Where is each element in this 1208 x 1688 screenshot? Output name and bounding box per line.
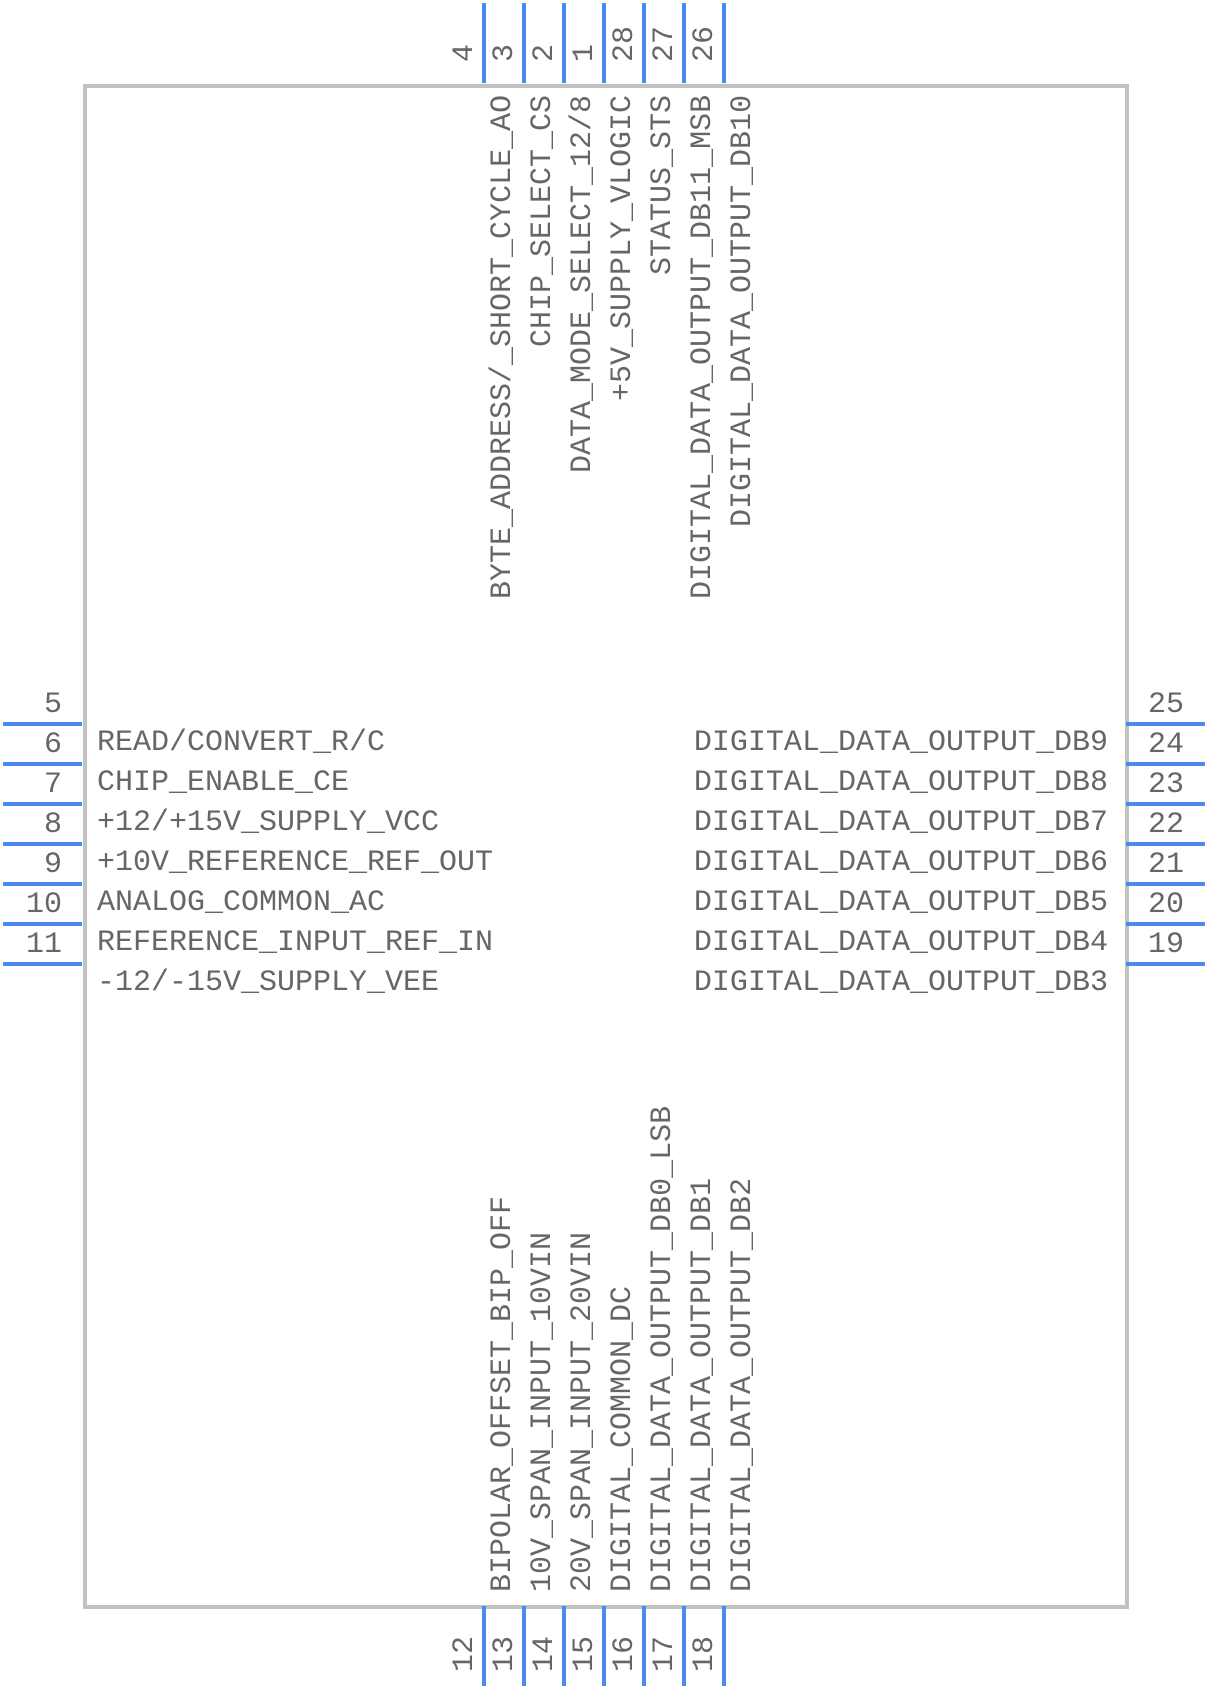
pin-label: DIGITAL_DATA_OUTPUT_DB5 <box>693 886 1108 920</box>
pin-17-lead <box>682 1606 686 1686</box>
pin-28-lead <box>642 3 646 83</box>
pin-25-lead <box>1126 722 1205 726</box>
pin-number: 21 <box>1147 848 1184 882</box>
pin-11-lead <box>3 962 82 966</box>
pin-3-lead <box>522 3 526 83</box>
pin-label: DIGITAL_DATA_OUTPUT_DB11_MSB <box>686 94 720 599</box>
pin-number: 25 <box>1147 688 1184 722</box>
pin-number: 1 <box>568 43 602 62</box>
pin-number: 13 <box>488 1635 522 1672</box>
pin-number: 11 <box>25 928 62 962</box>
pin-label: CHIP_ENABLE_CE <box>97 766 350 800</box>
pin-22-lead <box>1126 842 1205 846</box>
pin-label: DIGITAL_DATA_OUTPUT_DB3 <box>693 966 1108 1000</box>
pin-10-lead <box>3 922 82 926</box>
pin-1-lead <box>602 3 606 83</box>
pin-7-lead <box>3 802 82 806</box>
pin-24-lead <box>1126 762 1205 766</box>
pin-21-lead <box>1126 882 1205 886</box>
pin-number: 12 <box>448 1635 482 1672</box>
pin-label: DATA_MODE_SELECT_12/8 <box>566 94 600 473</box>
pin-number: 3 <box>488 43 522 62</box>
pin-number: 4 <box>448 43 482 62</box>
pin-2-lead <box>562 3 566 83</box>
pin-6-lead <box>3 762 82 766</box>
pin-23-lead <box>1126 802 1205 806</box>
pin-5-lead <box>3 722 82 726</box>
pin-number: 2 <box>528 43 562 62</box>
pin-number: 15 <box>568 1635 602 1672</box>
pin-label: 10V_SPAN_INPUT_10VIN <box>526 1231 560 1592</box>
pin-13-lead <box>522 1606 526 1686</box>
pin-number: 10 <box>25 888 62 922</box>
pin-number: 6 <box>43 728 62 762</box>
pin-number: 24 <box>1147 728 1184 762</box>
pin-15-lead <box>602 1606 606 1686</box>
pin-label: 20V_SPAN_INPUT_20VIN <box>566 1231 600 1592</box>
pin-label: DIGITAL_DATA_OUTPUT_DB9 <box>693 726 1108 760</box>
pin-number: 19 <box>1147 928 1184 962</box>
pin-number: 7 <box>43 768 62 802</box>
pin-label: BYTE_ADDRESS/_SHORT_CYCLE_AO <box>486 94 520 599</box>
pin-9-lead <box>3 882 82 886</box>
pin-label: +12/+15V_SUPPLY_VCC <box>97 806 440 840</box>
pin-label: DIGITAL_DATA_OUTPUT_DB2 <box>726 1177 760 1592</box>
pin-label: +5V_SUPPLY_VLOGIC <box>606 94 640 401</box>
pin-number: 26 <box>688 25 722 62</box>
pin-label: CHIP_SELECT_CS <box>526 94 560 347</box>
pin-label: DIGITAL_COMMON_DC <box>606 1285 640 1592</box>
pin-label: STATUS_STS <box>646 94 680 275</box>
pin-label: +10V_REFERENCE_REF_OUT <box>97 846 494 880</box>
pin-number: 17 <box>648 1635 682 1672</box>
pin-label: READ/CONVERT_R/C <box>97 726 386 760</box>
pin-label: DIGITAL_DATA_OUTPUT_DB4 <box>693 926 1108 960</box>
pin-12-lead <box>482 1606 486 1686</box>
pin-number: 27 <box>648 25 682 62</box>
pin-number: 5 <box>43 688 62 722</box>
pin-26-lead <box>722 3 726 83</box>
pin-16-lead <box>642 1606 646 1686</box>
pin-label: DIGITAL_DATA_OUTPUT_DB10 <box>726 94 760 527</box>
pin-label: -12/-15V_SUPPLY_VEE <box>97 966 440 1000</box>
pin-number: 20 <box>1147 888 1184 922</box>
pin-number: 23 <box>1147 768 1184 802</box>
pin-label: REFERENCE_INPUT_REF_IN <box>97 926 494 960</box>
pin-14-lead <box>562 1606 566 1686</box>
pin-number: 9 <box>43 848 62 882</box>
pin-27-lead <box>682 3 686 83</box>
pin-number: 8 <box>43 808 62 842</box>
pin-label: DIGITAL_DATA_OUTPUT_DB7 <box>693 806 1108 840</box>
pin-label: DIGITAL_DATA_OUTPUT_DB0_LSB <box>646 1105 680 1592</box>
pin-8-lead <box>3 842 82 846</box>
pin-label: ANALOG_COMMON_AC <box>97 886 386 920</box>
pin-18-lead <box>722 1606 726 1686</box>
schematic-symbol: 5 READ/CONVERT_R/C 6 CHIP_ENABLE_CE 7 +12/+15… <box>0 0 1208 1688</box>
pin-label: DIGITAL_DATA_OUTPUT_DB1 <box>686 1177 720 1592</box>
pin-number: 16 <box>608 1635 642 1672</box>
pin-number: 18 <box>688 1635 722 1672</box>
pin-label: DIGITAL_DATA_OUTPUT_DB8 <box>693 766 1108 800</box>
pin-19-lead <box>1126 962 1205 966</box>
pin-number: 14 <box>528 1635 562 1672</box>
pin-label: BIPOLAR_OFFSET_BIP_OFF <box>486 1195 520 1592</box>
pin-20-lead <box>1126 922 1205 926</box>
pin-4-lead <box>482 3 486 83</box>
pin-number: 22 <box>1147 808 1184 842</box>
pin-number: 28 <box>608 25 642 62</box>
pin-label: DIGITAL_DATA_OUTPUT_DB6 <box>693 846 1108 880</box>
